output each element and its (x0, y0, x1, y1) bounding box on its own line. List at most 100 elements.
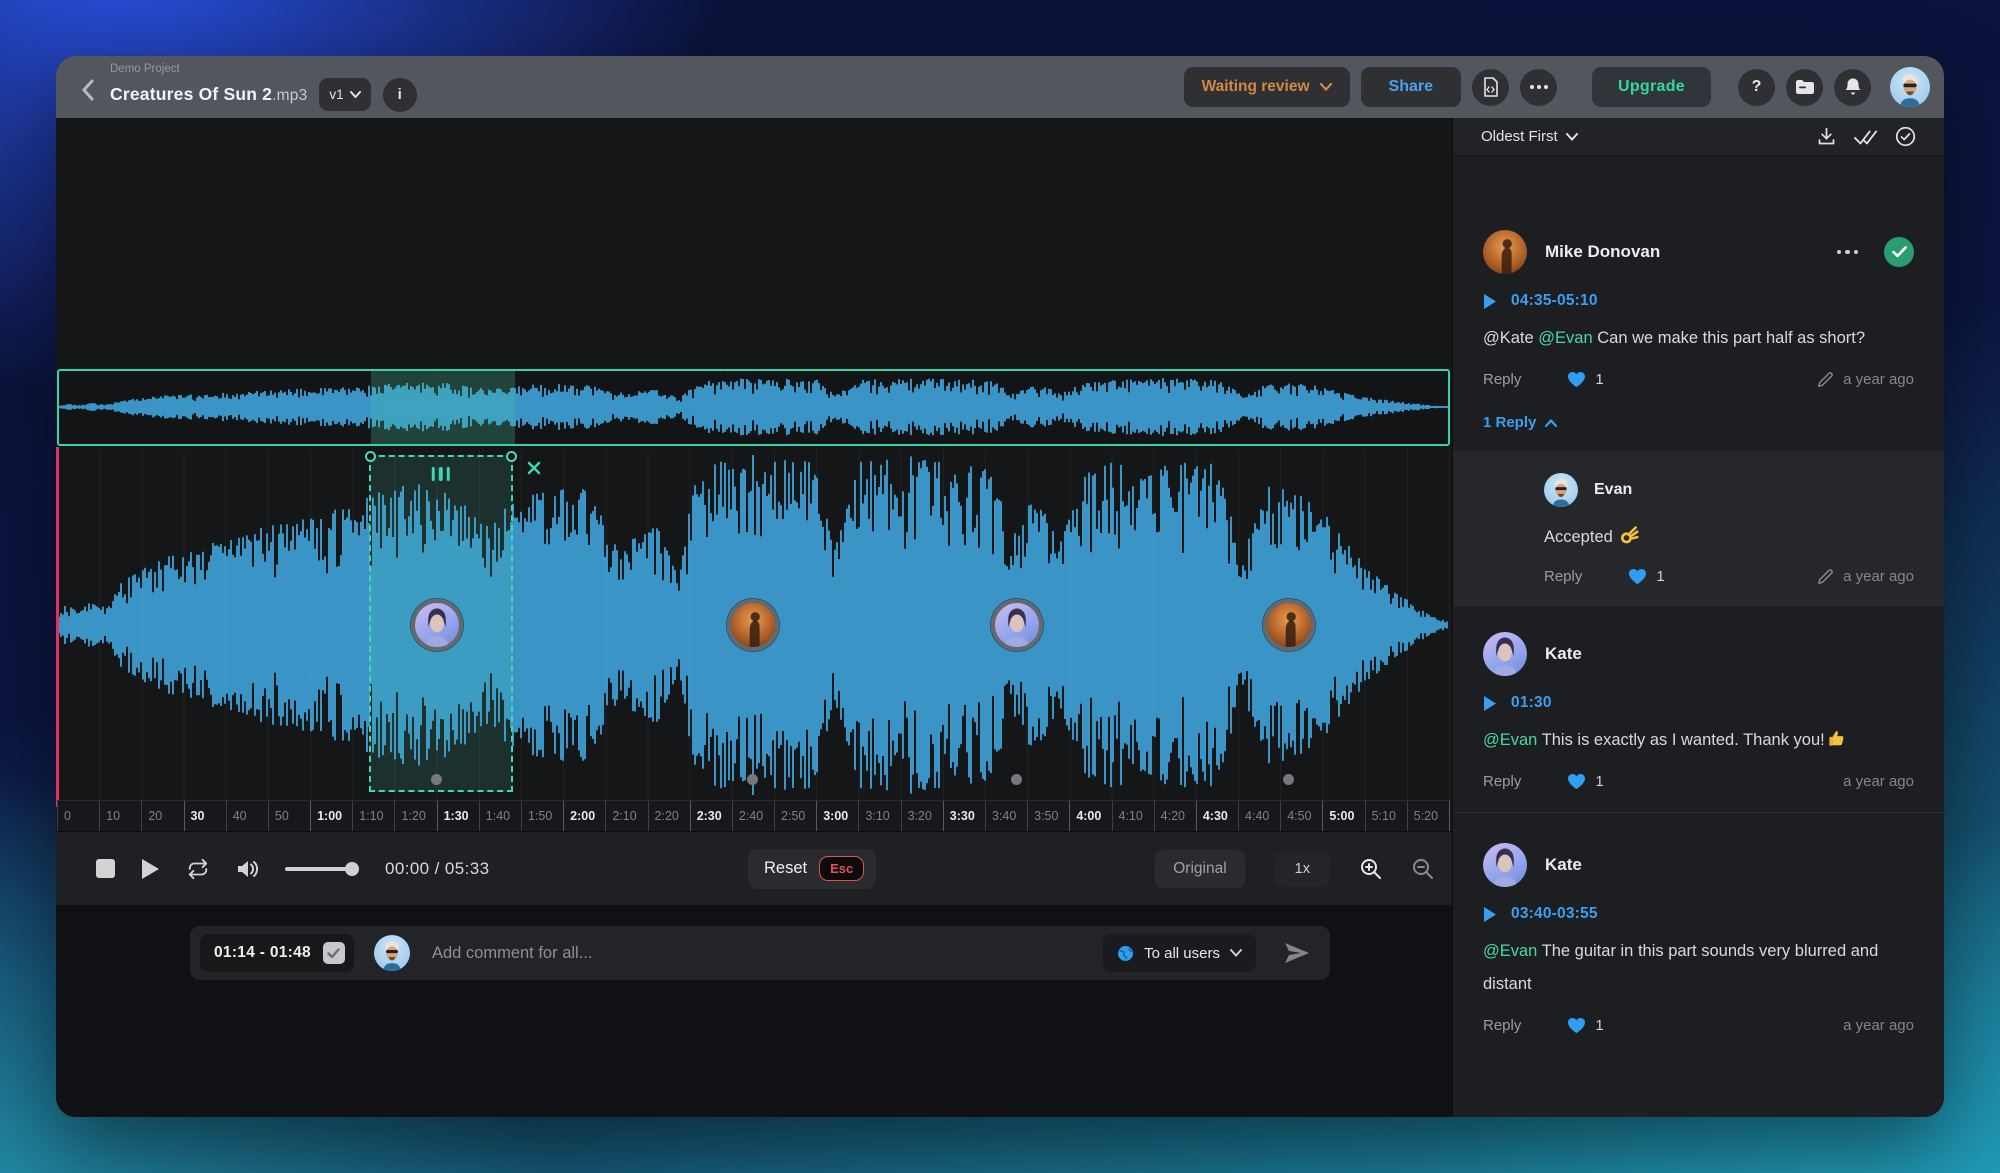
ruler-tick-label: 3:00 (823, 809, 848, 823)
original-version-button[interactable]: Original (1155, 850, 1244, 888)
ruler-tick (605, 801, 606, 831)
ruler-tick-label: 4:50 (1287, 809, 1311, 823)
like-button[interactable]: 1 (1567, 773, 1603, 790)
heart-icon (1628, 568, 1647, 585)
reply-button[interactable]: Reply (1544, 568, 1582, 585)
commenter-avatar (1483, 632, 1527, 676)
ruler-tick-label: 1:10 (359, 809, 383, 823)
reply-button[interactable]: Reply (1483, 371, 1521, 388)
commenter-avatar (1483, 230, 1527, 274)
like-button[interactable]: 1 (1567, 371, 1603, 388)
edit-pencil-icon[interactable] (1817, 372, 1833, 388)
like-button[interactable]: 1 (1628, 568, 1664, 585)
zoom-out-button[interactable] (1412, 858, 1434, 880)
volume-button[interactable] (236, 859, 259, 879)
comment-age: a year ago (1843, 371, 1914, 388)
stop-button[interactable] (96, 859, 115, 878)
download-icon (1816, 126, 1837, 147)
ruler-tick-label: 2:30 (697, 809, 722, 823)
user-avatar[interactable] (1890, 67, 1930, 107)
comment-body: @Kate @Evan Can we make this part half a… (1483, 322, 1914, 355)
comment-timestamp-play[interactable]: 03:40-03:55 (1483, 905, 1914, 923)
overview-selection-region (371, 371, 514, 444)
selection-handle-right[interactable] (506, 451, 517, 462)
loop-icon (186, 858, 210, 880)
reply-button[interactable]: Reply (1483, 773, 1521, 790)
ruler-tick-label: 2:10 (612, 809, 636, 823)
zoom-in-button[interactable] (1360, 858, 1382, 880)
reply-card: Evan Accepted Reply 1 a year ago (1453, 451, 1944, 605)
time-range-checkbox[interactable] (323, 942, 345, 964)
loop-button[interactable] (186, 858, 210, 880)
playback-speed-button[interactable]: 1x (1275, 851, 1330, 887)
sort-dropdown[interactable]: Oldest First (1481, 128, 1578, 145)
upgrade-button[interactable]: Upgrade (1592, 67, 1711, 107)
comment-menu-button[interactable] (1831, 244, 1865, 261)
playback-time: 00:00 / 05:33 (385, 859, 489, 879)
speaker-icon (236, 859, 259, 879)
ruler-tick-label: 2:50 (781, 809, 805, 823)
reply-button[interactable]: Reply (1483, 1017, 1521, 1034)
heart-icon (1567, 371, 1586, 388)
volume-slider-knob[interactable] (345, 862, 359, 876)
overview-waveform[interactable] (57, 369, 1450, 446)
file-title: Creatures Of Sun 2.mp3 (110, 84, 307, 105)
waveform-comment-marker[interactable] (991, 599, 1043, 651)
playhead[interactable] (56, 447, 59, 807)
like-button[interactable]: 1 (1567, 1017, 1603, 1034)
notifications-button[interactable] (1834, 69, 1871, 106)
zoom-in-icon (1360, 858, 1382, 880)
ruler-tick-label: 2:20 (655, 809, 679, 823)
ruler-tick-label: 4:20 (1161, 809, 1185, 823)
waveform-comment-marker[interactable] (1263, 599, 1315, 651)
waveform-editor: 010203040501:001:101:201:301:401:502:002… (56, 118, 1452, 1117)
sidebar-header: Oldest First (1453, 118, 1944, 156)
ruler-tick-label: 2:00 (570, 809, 595, 823)
play-icon (1483, 695, 1497, 712)
download-comments-button[interactable] (1816, 126, 1837, 147)
more-options-button[interactable] (1520, 69, 1557, 106)
audience-dropdown[interactable]: To all users (1103, 934, 1256, 972)
ruler-tick-label: 5:20 (1414, 809, 1438, 823)
play-button[interactable] (141, 858, 160, 880)
comment-age: a year ago (1843, 1017, 1914, 1034)
edit-pencil-icon[interactable] (1817, 569, 1833, 585)
timeline-ruler[interactable]: 010203040501:001:101:201:301:401:502:002… (57, 800, 1451, 832)
selection-drag-grip[interactable] (432, 467, 451, 481)
thumbs-up-emoji (1827, 729, 1846, 748)
ruler-tick (1407, 801, 1408, 831)
ruler-tick (1027, 801, 1028, 831)
comment-timestamp-play[interactable]: 04:35-05:10 (1483, 292, 1914, 310)
resolved-badge[interactable] (1884, 237, 1914, 267)
help-button[interactable]: ? (1738, 69, 1775, 106)
commenter-name: Evan (1594, 481, 1632, 499)
show-resolved-button[interactable] (1895, 126, 1916, 147)
back-button[interactable] (70, 73, 104, 107)
comment-input[interactable] (432, 944, 1103, 963)
selection-close-button[interactable] (527, 461, 541, 480)
file-code-button[interactable] (1472, 69, 1509, 106)
ruler-tick (394, 801, 395, 831)
send-comment-button[interactable] (1284, 942, 1310, 964)
play-icon (141, 858, 160, 880)
replies-toggle[interactable]: 1 Reply (1483, 414, 1914, 431)
ruler-tick (690, 801, 691, 831)
waveform-comment-marker[interactable] (727, 599, 779, 651)
volume-slider[interactable] (285, 867, 357, 871)
projects-folder-button[interactable] (1786, 69, 1823, 106)
reset-button[interactable]: Reset Esc (748, 849, 876, 889)
ruler-tick (226, 801, 227, 831)
ruler-tick-label: 3:10 (865, 809, 889, 823)
like-count: 1 (1595, 773, 1603, 790)
version-dropdown[interactable]: v1 (319, 78, 370, 111)
info-button[interactable]: i (383, 78, 417, 112)
selection-handle-left[interactable] (365, 451, 376, 462)
chevron-down-icon (1566, 133, 1578, 141)
comment-time-range[interactable]: 01:14 - 01:48 (200, 934, 354, 972)
mark-all-read-button[interactable] (1854, 128, 1878, 146)
ruler-tick (268, 801, 269, 831)
comment-timestamp-play[interactable]: 01:30 (1483, 694, 1914, 712)
share-button[interactable]: Share (1361, 67, 1461, 107)
waveform-comment-marker[interactable] (411, 599, 463, 651)
review-status-dropdown[interactable]: Waiting review (1184, 67, 1350, 107)
